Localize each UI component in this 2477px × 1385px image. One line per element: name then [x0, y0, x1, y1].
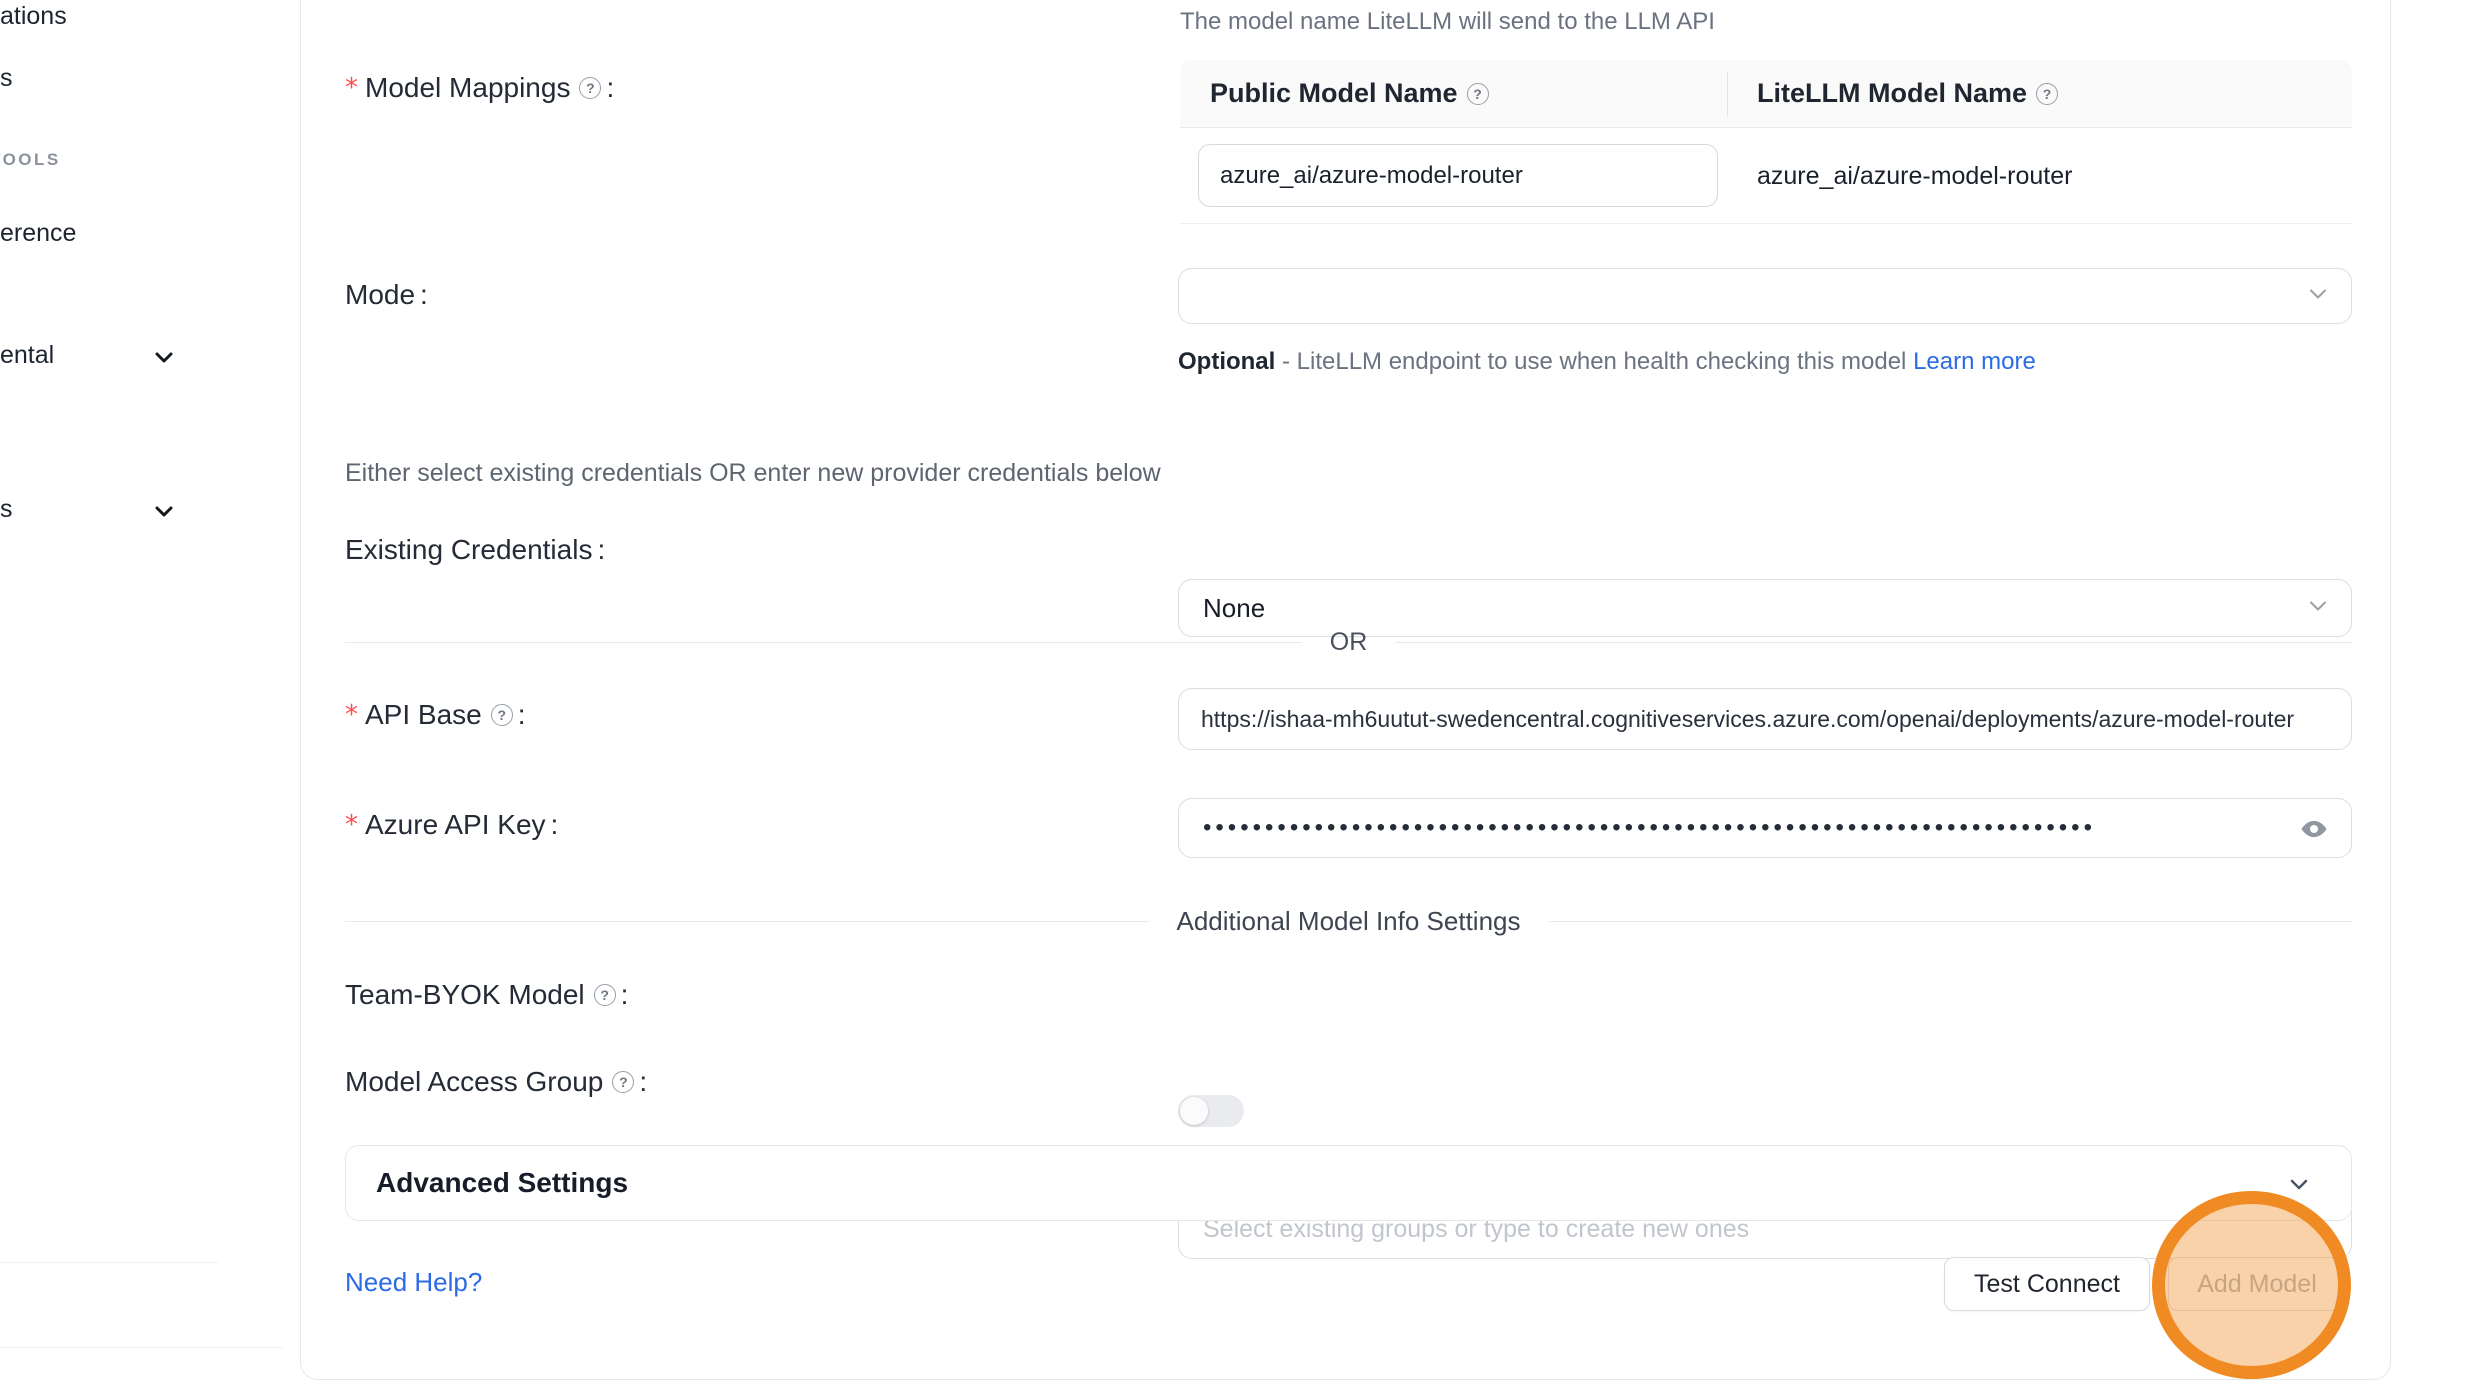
need-help-link[interactable]: Need Help?: [345, 1267, 482, 1298]
required-asterisk: *: [345, 700, 358, 730]
sidebar-item[interactable]: ations: [0, 2, 67, 31]
litellm-model-name-value: azure_ai/azure-model-router: [1757, 128, 2072, 224]
optional-text: - LiteLLM endpoint to use when health ch…: [1275, 348, 1913, 375]
sidebar-item[interactable]: erence: [0, 219, 76, 248]
header-text: Public Model Name: [1210, 78, 1458, 109]
additional-settings-divider-text: Additional Model Info Settings: [1149, 906, 1549, 937]
divider-line: [345, 921, 1149, 922]
label-colon: :: [621, 979, 629, 1011]
help-icon[interactable]: ?: [1467, 83, 1489, 105]
add-model-button[interactable]: Add Model: [2168, 1257, 2346, 1311]
column-header-public-model-name: Public Model Name ?: [1180, 78, 1727, 109]
existing-credentials-value: None: [1179, 593, 1265, 624]
chevron-down-icon[interactable]: [153, 346, 175, 368]
help-icon[interactable]: ?: [491, 704, 513, 726]
or-divider: OR: [345, 628, 2352, 656]
mode-label: Mode :: [345, 279, 428, 311]
table-header-row: Public Model Name ? LiteLLM Model Name ?: [1180, 60, 2352, 128]
sidebar-item[interactable]: s: [0, 64, 13, 93]
test-connect-button[interactable]: Test Connect: [1944, 1257, 2150, 1311]
existing-credentials-label-text: Existing Credentials: [345, 534, 592, 566]
chevron-down-icon: [2307, 595, 2329, 622]
mode-helper-text: Optional - LiteLLM endpoint to use when …: [1178, 342, 2360, 382]
required-asterisk: *: [345, 73, 358, 103]
divider-line: [345, 642, 1302, 643]
masked-key-value: ••••••••••••••••••••••••••••••••••••••••…: [1179, 814, 2259, 842]
credentials-note: Either select existing credentials OR en…: [345, 459, 1161, 488]
header-text: LiteLLM Model Name: [1757, 78, 2027, 109]
divider-line: [1549, 921, 2353, 922]
mode-label-text: Mode: [345, 279, 415, 311]
table-row: azure_ai/azure-model-router azure_ai/azu…: [1180, 128, 2352, 224]
sidebar-divider: [0, 1262, 218, 1263]
sidebar-section-label: TOOLS: [0, 150, 61, 170]
column-header-litellm-model-name: LiteLLM Model Name ?: [1757, 78, 2058, 109]
help-icon[interactable]: ?: [594, 984, 616, 1006]
label-colon: :: [597, 534, 605, 566]
optional-bold: Optional: [1178, 348, 1275, 375]
label-colon: :: [420, 279, 428, 311]
model-name-helper-text: The model name LiteLLM will send to the …: [1180, 8, 1715, 36]
api-base-input[interactable]: https://ishaa-mh6uutut-swedencentral.cog…: [1178, 688, 2352, 750]
or-divider-text: OR: [1302, 628, 1396, 657]
team-byok-label: Team-BYOK Model ? :: [345, 979, 628, 1011]
public-model-name-input[interactable]: azure_ai/azure-model-router: [1198, 144, 1718, 207]
chevron-down-icon: [2287, 1172, 2311, 1201]
toggle-knob: [1180, 1097, 1208, 1125]
sidebar-divider: [0, 1347, 283, 1348]
divider-line: [1395, 642, 2352, 643]
azure-api-key-label-text: Azure API Key: [365, 809, 546, 841]
additional-settings-divider: Additional Model Info Settings: [345, 903, 2352, 939]
advanced-settings-panel[interactable]: Advanced Settings: [345, 1145, 2352, 1221]
sidebar: ations s TOOLS erence ental s: [0, 0, 300, 1385]
help-icon[interactable]: ?: [2036, 83, 2058, 105]
team-byok-label-text: Team-BYOK Model: [345, 979, 585, 1011]
mode-select[interactable]: [1178, 268, 2352, 324]
api-base-label-text: API Base: [365, 699, 482, 731]
model-access-group-label-text: Model Access Group: [345, 1066, 603, 1098]
help-icon[interactable]: ?: [612, 1071, 634, 1093]
team-byok-toggle[interactable]: [1178, 1095, 1244, 1127]
help-icon[interactable]: ?: [579, 77, 601, 99]
sidebar-item[interactable]: s: [0, 495, 13, 524]
label-colon: :: [639, 1066, 647, 1098]
model-mappings-label: * Model Mappings ? :: [345, 72, 614, 104]
azure-api-key-label: * Azure API Key :: [345, 809, 558, 841]
required-asterisk: *: [345, 810, 358, 840]
model-mappings-label-text: Model Mappings: [365, 72, 570, 104]
existing-credentials-label: Existing Credentials :: [345, 534, 605, 566]
api-base-label: * API Base ? :: [345, 699, 526, 731]
advanced-settings-title: Advanced Settings: [346, 1167, 628, 1199]
model-mappings-table: Public Model Name ? LiteLLM Model Name ?…: [1180, 60, 2352, 224]
column-divider: [1727, 72, 1728, 116]
label-colon: :: [606, 72, 614, 104]
label-colon: :: [518, 699, 526, 731]
chevron-down-icon: [2307, 283, 2329, 310]
eye-icon[interactable]: [2299, 814, 2329, 849]
api-base-value: https://ishaa-mh6uutut-swedencentral.cog…: [1179, 706, 2294, 733]
azure-api-key-input[interactable]: ••••••••••••••••••••••••••••••••••••••••…: [1178, 798, 2352, 858]
sidebar-item[interactable]: ental: [0, 341, 54, 370]
learn-more-link[interactable]: Learn more: [1913, 348, 2036, 375]
model-access-group-label: Model Access Group ? :: [345, 1066, 647, 1098]
chevron-down-icon[interactable]: [153, 500, 175, 522]
label-colon: :: [551, 809, 559, 841]
